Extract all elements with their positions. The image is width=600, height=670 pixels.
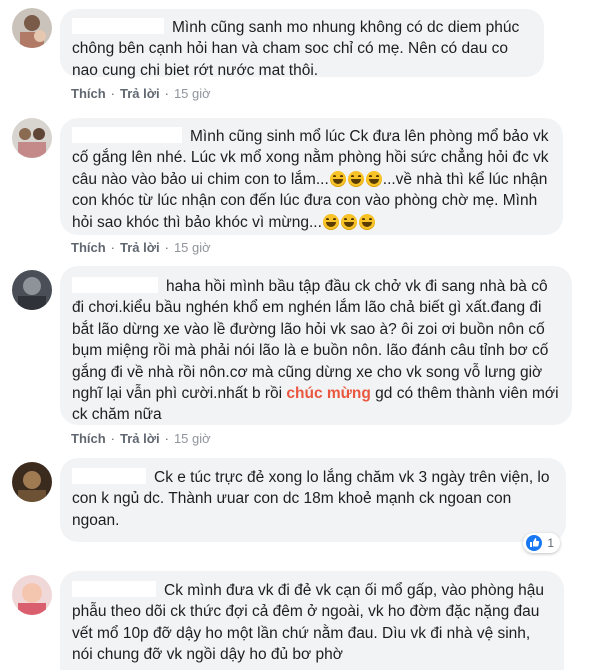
separator: · bbox=[110, 431, 116, 446]
comment-bubble: Ck e túc trực đẻ xong lo lắng chăm vk 3 … bbox=[60, 458, 566, 542]
commenter-name[interactable] bbox=[72, 277, 158, 293]
reaction-count-label: 1 bbox=[547, 536, 554, 550]
congrats-highlight: chúc mừng bbox=[286, 385, 371, 403]
separator: · bbox=[164, 431, 169, 446]
comment-bubble: Mình cũng sinh mổ lúc Ck đưa lên phòng m… bbox=[60, 118, 563, 235]
commenter-name[interactable] bbox=[72, 18, 164, 34]
timestamp[interactable]: 15 giờ bbox=[174, 86, 211, 101]
laughing-emoji-icon bbox=[340, 213, 357, 230]
separator: · bbox=[164, 240, 169, 255]
reply-button[interactable]: Trả lời bbox=[120, 240, 160, 255]
separator: · bbox=[110, 240, 116, 255]
comment-bubble: Mình cũng sanh mo nhung không có dc diem… bbox=[60, 9, 544, 79]
reaction-count[interactable]: 1 bbox=[523, 533, 560, 553]
laughing-emoji-icon bbox=[329, 170, 346, 187]
separator: · bbox=[110, 86, 116, 101]
laughing-emoji-icon bbox=[347, 170, 364, 187]
laughing-emoji-icon bbox=[365, 170, 382, 187]
comment-actions: Thích · Trả lời · 15 giờ bbox=[71, 431, 211, 446]
like-button[interactable]: Thích bbox=[71, 86, 106, 101]
commenter-name[interactable] bbox=[72, 468, 146, 484]
avatar[interactable] bbox=[12, 270, 52, 310]
comment-text: haha hồi mình bầu tập đầu ck chở vk đi s… bbox=[72, 278, 549, 403]
commenter-name[interactable] bbox=[72, 581, 156, 597]
like-button[interactable]: Thích bbox=[71, 431, 106, 446]
timestamp[interactable]: 15 giờ bbox=[174, 431, 211, 446]
timestamp[interactable]: 15 giờ bbox=[174, 240, 211, 255]
laughing-emoji-icon bbox=[358, 213, 375, 230]
comment-actions: Thích · Trả lời · 15 giờ bbox=[71, 240, 211, 255]
avatar[interactable] bbox=[12, 462, 52, 502]
separator: · bbox=[164, 86, 169, 101]
laughing-emoji-icon bbox=[322, 213, 339, 230]
comment-bubble: haha hồi mình bầu tập đầu ck chở vk đi s… bbox=[60, 266, 572, 425]
reply-button[interactable]: Trả lời bbox=[120, 86, 160, 101]
like-reaction-icon bbox=[526, 535, 543, 551]
comment-bubble: Ck mình đưa vk đi đẻ vk cạn ối mổ gấp, v… bbox=[60, 571, 564, 670]
commenter-name[interactable] bbox=[72, 127, 182, 143]
comment-actions: Thích · Trả lời · 15 giờ bbox=[71, 86, 211, 101]
avatar[interactable] bbox=[12, 575, 52, 615]
avatar[interactable] bbox=[12, 118, 52, 158]
avatar[interactable] bbox=[12, 8, 52, 48]
like-button[interactable]: Thích bbox=[71, 240, 106, 255]
reply-button[interactable]: Trả lời bbox=[120, 431, 160, 446]
